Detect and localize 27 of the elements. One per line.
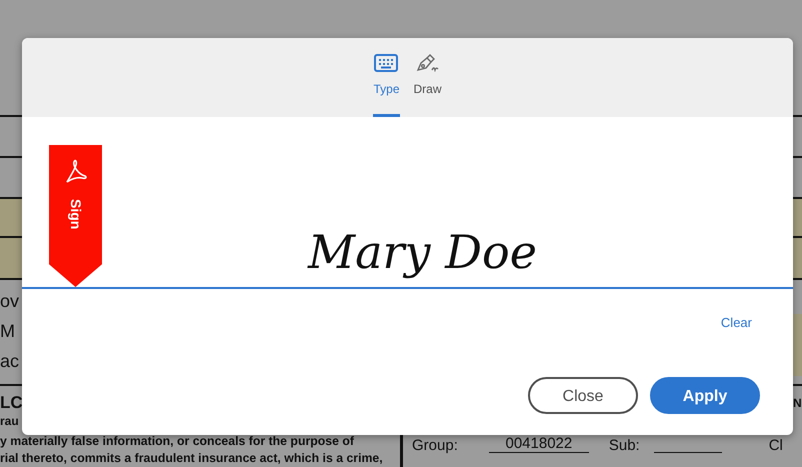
document-text: ac: [0, 350, 20, 373]
shaded-cell: [0, 198, 22, 236]
apply-button[interactable]: Apply: [650, 376, 760, 414]
field-label: Cl: [768, 436, 783, 456]
acrobat-icon: [64, 159, 86, 185]
shaded-cell: [793, 198, 802, 236]
document-text: ov: [0, 290, 20, 313]
document-text: rau: [0, 413, 20, 430]
shaded-cell: [793, 238, 802, 278]
tab[interactable]: Type: [373, 54, 400, 117]
notice-text: y materially false information, or conceals for the purpose of: [0, 433, 355, 450]
shaded-cell: [0, 238, 22, 278]
pen-icon: [416, 54, 440, 72]
document-heading: LC: [0, 394, 22, 412]
document-heading: N: [793, 395, 802, 412]
sign-label: Sign: [67, 199, 85, 230]
shaded-cell: [793, 314, 802, 376]
field-label: Sub:: [608, 436, 640, 456]
signature-text: Mary Doe: [308, 229, 537, 281]
notice-text: rial thereto, commits a fraudulent insurance act, which is a crime,: [0, 450, 384, 467]
document-text: M: [0, 320, 16, 343]
keyboard-icon: [374, 54, 398, 72]
field-label: Group:: [412, 436, 458, 456]
signature-field[interactable]: Sign Mary Doe: [22, 117, 793, 289]
close-button[interactable]: Close: [528, 376, 638, 414]
clear-link[interactable]: Clear: [720, 313, 752, 332]
tab[interactable]: Draw: [414, 54, 442, 117]
